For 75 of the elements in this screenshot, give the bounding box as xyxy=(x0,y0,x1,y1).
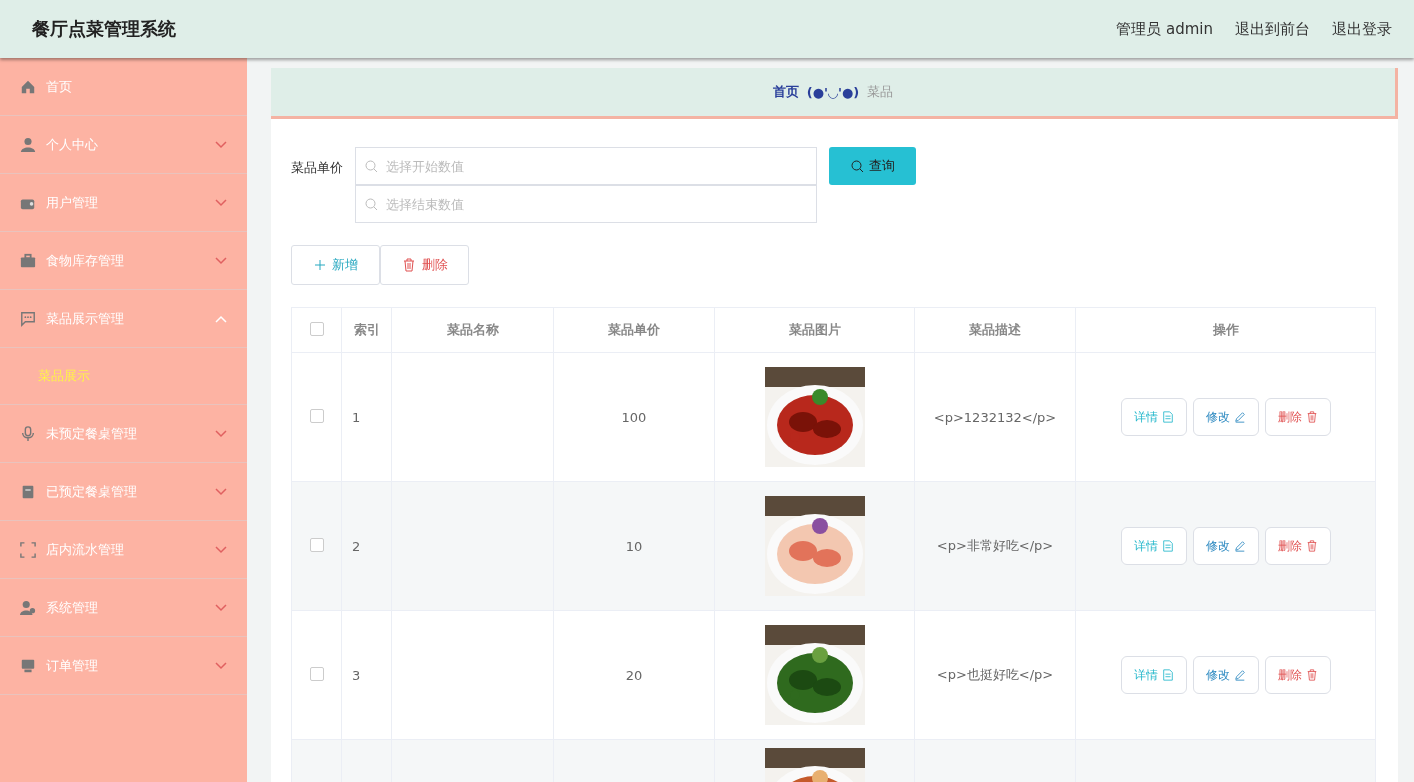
pencil-icon xyxy=(1233,669,1246,681)
menu-item-icon xyxy=(20,599,36,616)
column-header: 菜品描述 xyxy=(914,307,1076,353)
app-title: 餐厅点菜管理系统 xyxy=(32,17,176,41)
column-header: 操作 xyxy=(1075,307,1376,353)
document-icon xyxy=(1161,540,1174,552)
checkbox[interactable] xyxy=(309,666,324,681)
table-cell: <p>1232132</p> xyxy=(914,352,1076,482)
row-action-button[interactable]: 修改 xyxy=(1192,656,1259,694)
input-field[interactable]: 选择开始数值 xyxy=(355,147,817,185)
field-label: 菜品单价 xyxy=(291,159,343,177)
breadcrumb-link[interactable]: 首页 xyxy=(772,83,799,101)
delete-button[interactable]: 删除 xyxy=(380,245,469,285)
menu-item-icon xyxy=(20,657,36,674)
sidebar-item[interactable]: 食物库存管理 xyxy=(0,232,247,290)
sidebar-item[interactable]: 菜品展示管理 xyxy=(0,290,247,348)
trash-icon xyxy=(1305,411,1318,423)
breadcrumb-separator: (●'◡'●) xyxy=(806,84,860,100)
column-header: 菜品单价 xyxy=(553,307,715,353)
menu-item-icon xyxy=(20,483,36,500)
menu-item-icon xyxy=(20,541,36,558)
table-cell: 10 xyxy=(553,481,715,611)
column-header: 菜品图片 xyxy=(714,307,915,353)
sidebar-item[interactable]: 订单管理 xyxy=(0,637,247,695)
column-header: 菜品名称 xyxy=(391,307,554,353)
table-cell: 20 xyxy=(553,610,715,740)
header-link[interactable]: 退出登录 xyxy=(1332,19,1392,39)
sidebar-item[interactable]: 店内流水管理 xyxy=(0,521,247,579)
search-icon xyxy=(365,160,378,173)
trash-icon xyxy=(1305,669,1318,681)
sidebar-item[interactable]: 系统管理 xyxy=(0,579,247,637)
row-action-button[interactable]: 删除 xyxy=(1264,527,1331,565)
table-cell: 1 xyxy=(341,352,392,482)
row-action-button[interactable]: 详情 xyxy=(1120,656,1187,694)
checkbox[interactable] xyxy=(309,408,324,423)
header-link[interactable]: 退出到前台 xyxy=(1235,19,1310,39)
sidebar-item[interactable]: 首页 xyxy=(0,58,247,116)
search-button[interactable]: 查询 xyxy=(829,147,916,185)
document-icon xyxy=(1161,411,1174,423)
table-cell: <p>非常好吃</p> xyxy=(914,481,1076,611)
menu-item-icon xyxy=(20,136,36,153)
table-cell: 100 xyxy=(553,352,715,482)
menu-item-icon xyxy=(20,78,36,95)
document-icon xyxy=(1161,669,1174,681)
column-header: 索引 xyxy=(341,307,392,353)
sidebar-item[interactable]: 已预定餐桌管理 xyxy=(0,463,247,521)
table-cell: <p>也挺好吃</p> xyxy=(914,610,1076,740)
row-action-button[interactable]: 详情 xyxy=(1120,527,1187,565)
row-action-button[interactable]: 修改 xyxy=(1192,527,1259,565)
row-action-button[interactable]: 修改 xyxy=(1192,398,1259,436)
menu-item-icon xyxy=(20,425,36,442)
row-action-button[interactable]: 详情 xyxy=(1120,398,1187,436)
table-cell: 3 xyxy=(341,610,392,740)
sidebar-item[interactable]: 用户管理 xyxy=(0,174,247,232)
sidebar-item[interactable]: 个人中心 xyxy=(0,116,247,174)
breadcrumb-current: 菜品 xyxy=(867,83,894,101)
row-action-button[interactable]: 删除 xyxy=(1264,398,1331,436)
add-button[interactable]: 新增 xyxy=(291,245,380,285)
trash-icon xyxy=(1305,540,1318,552)
row-action-button[interactable]: 删除 xyxy=(1264,656,1331,694)
pencil-icon xyxy=(1233,411,1246,423)
header-link[interactable]: 管理员 admin xyxy=(1116,19,1213,39)
checkbox[interactable] xyxy=(309,537,324,552)
pencil-icon xyxy=(1233,540,1246,552)
menu-item-icon xyxy=(20,252,36,269)
submenu-item[interactable]: 菜品展示 xyxy=(0,348,247,405)
input-field[interactable]: 选择结束数值 xyxy=(355,185,817,223)
table-cell: 2 xyxy=(341,481,392,611)
trash-icon xyxy=(401,258,416,272)
checkbox[interactable] xyxy=(309,321,324,336)
menu-item-icon xyxy=(20,310,36,327)
search-icon xyxy=(365,198,378,211)
sidebar-item[interactable]: 未预定餐桌管理 xyxy=(0,405,247,463)
search-icon xyxy=(850,159,864,173)
plus-icon xyxy=(313,259,326,271)
